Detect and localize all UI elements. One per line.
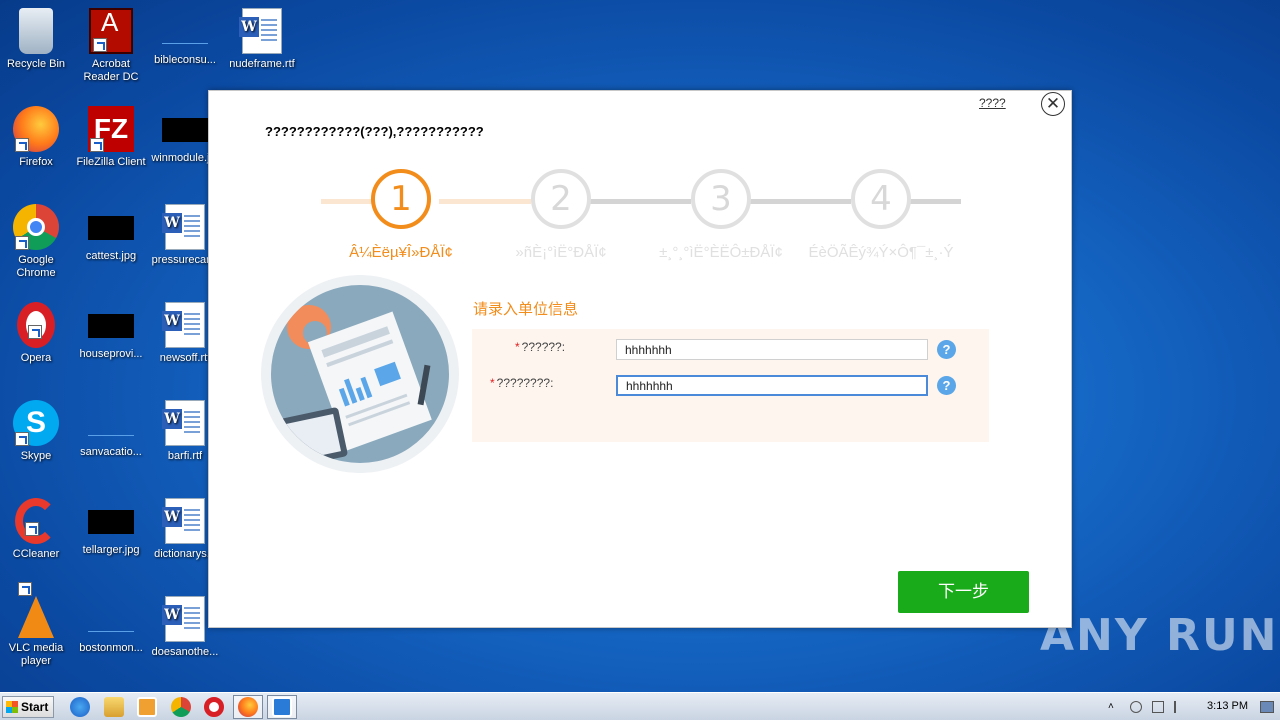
file-icon xyxy=(88,314,134,338)
image-file-icon xyxy=(88,510,134,534)
desktop-icon-recycle-bin[interactable]: Recycle Bin xyxy=(0,2,74,71)
recycle-bin-icon xyxy=(19,8,53,54)
word-document-icon xyxy=(239,8,282,54)
desktop-icon-chrome[interactable]: Google Chrome xyxy=(0,198,74,280)
desktop-icon-ccleaner[interactable]: CCleaner xyxy=(0,492,74,561)
file-icon xyxy=(88,412,134,436)
firefox-taskbar-icon xyxy=(238,697,258,717)
document-illustration-icon xyxy=(277,305,432,463)
opera-icon xyxy=(17,302,55,348)
next-step-button[interactable]: 下一步 xyxy=(898,571,1029,613)
file-icon xyxy=(162,118,208,142)
required-mark: * xyxy=(490,376,495,390)
help-icon[interactable]: ? xyxy=(937,340,956,359)
step-progress: 1 2 3 4 Â¼Èëµ¥Î»ÐÅÏ¢ »ñÈ¡°ìË°ÐÅÏ¢ ±¸°¸°ì… xyxy=(319,169,979,269)
step-line-end xyxy=(909,199,961,204)
image-file-icon xyxy=(88,216,134,240)
step-3-label: ±¸°¸°ìË°ÈËÔ±ÐÅÏ¢ xyxy=(659,244,783,261)
step-2-circle: 2 xyxy=(531,169,591,229)
form-panel: *??????: ? *????????: ? xyxy=(472,329,989,442)
volume-icon[interactable] xyxy=(1130,701,1142,713)
desktop-icon-skype[interactable]: S Skype xyxy=(0,394,74,463)
anyrun-watermark: ANY RUN xyxy=(1040,610,1279,661)
opera-taskbar-icon[interactable] xyxy=(204,697,224,717)
file-icon xyxy=(162,20,208,44)
app-taskbar-icon xyxy=(272,697,292,717)
desktop-icon-bostonmon[interactable]: bostonmon... xyxy=(73,590,149,655)
firefox-icon xyxy=(13,106,59,152)
filezilla-icon: FZ xyxy=(88,106,134,152)
desktop-icon-tellarger[interactable]: tellarger.jpg xyxy=(73,492,149,557)
word-document-icon xyxy=(162,498,205,544)
step-4-circle: 4 xyxy=(851,169,911,229)
file-explorer-icon[interactable] xyxy=(104,697,124,717)
setup-dialog: ???? ✕ ????????????(???),??????????? 1 2… xyxy=(208,90,1072,628)
system-tray: ˄ 3:13 PM xyxy=(1100,693,1280,720)
acrobat-icon: A xyxy=(89,8,133,54)
skype-icon: S xyxy=(13,400,59,446)
show-desktop-icon[interactable] xyxy=(1260,701,1274,713)
step-3-circle: 3 xyxy=(691,169,751,229)
step-line-1-2 xyxy=(439,199,531,204)
file-icon xyxy=(88,608,134,632)
step-line-2-3 xyxy=(589,199,691,204)
network-icon[interactable] xyxy=(1152,701,1164,713)
close-icon[interactable]: ✕ xyxy=(1041,92,1065,116)
document-illustration xyxy=(261,275,459,473)
word-document-icon xyxy=(162,204,205,250)
desktop-icon-firefox[interactable]: Firefox xyxy=(0,100,74,169)
desktop-icon-opera[interactable]: Opera xyxy=(0,296,74,365)
desktop-icon-filezilla[interactable]: FZ FileZilla Client xyxy=(73,100,149,169)
desktop-icon-bibleconsu[interactable]: bibleconsu... xyxy=(147,2,223,67)
help-icon[interactable]: ? xyxy=(937,376,956,395)
desktop-icon-cattest[interactable]: cattest.jpg xyxy=(73,198,149,263)
media-player-icon[interactable] xyxy=(137,697,157,717)
field-2-label: *????????: xyxy=(490,376,554,390)
chevron-up-icon[interactable]: ˄ xyxy=(1108,701,1120,713)
word-document-icon xyxy=(162,596,205,642)
step-1-label: Â¼Èëµ¥Î»ÐÅÏ¢ xyxy=(349,244,453,261)
unit-field-1-input[interactable] xyxy=(616,339,928,360)
word-document-icon xyxy=(162,400,205,446)
clock[interactable]: 3:13 PM xyxy=(1207,700,1248,712)
desktop-icon-nudeframe[interactable]: nudeframe.rtf xyxy=(224,2,300,71)
step-line-3-4 xyxy=(749,199,851,204)
taskbar: Start ˄ 3:13 PM xyxy=(0,692,1280,720)
step-4-label: ÉèÖÃÊý¾Ý×Ô¶¯±¸·Ý xyxy=(808,244,954,261)
flag-icon[interactable] xyxy=(1174,701,1186,713)
chrome-taskbar-icon[interactable] xyxy=(171,697,191,717)
chrome-icon xyxy=(13,204,59,250)
desktop-icon-sanvacatio[interactable]: sanvacatio... xyxy=(73,394,149,459)
internet-explorer-icon[interactable] xyxy=(70,697,90,717)
step-1-circle: 1 xyxy=(371,169,431,229)
word-document-icon xyxy=(162,302,205,348)
vlc-icon xyxy=(18,582,54,638)
required-mark: * xyxy=(515,340,520,354)
desktop-icon-acrobat[interactable]: A Acrobat Reader DC xyxy=(73,2,149,84)
field-1-label: *??????: xyxy=(515,340,566,354)
start-button[interactable]: Start xyxy=(2,696,54,718)
desktop-icon-vlc[interactable]: VLC media player xyxy=(0,582,74,668)
ccleaner-icon xyxy=(15,498,57,544)
help-link[interactable]: ???? xyxy=(979,96,1006,110)
desktop-icon-houseprovi[interactable]: houseprovi... xyxy=(73,296,149,361)
step-2-label: »ñÈ¡°ìË°ÐÅÏ¢ xyxy=(515,244,607,261)
form-section-title: 请录入单位信息 xyxy=(473,301,579,318)
unit-field-2-input[interactable] xyxy=(616,375,928,396)
dialog-title: ????????????(???),??????????? xyxy=(265,124,484,139)
